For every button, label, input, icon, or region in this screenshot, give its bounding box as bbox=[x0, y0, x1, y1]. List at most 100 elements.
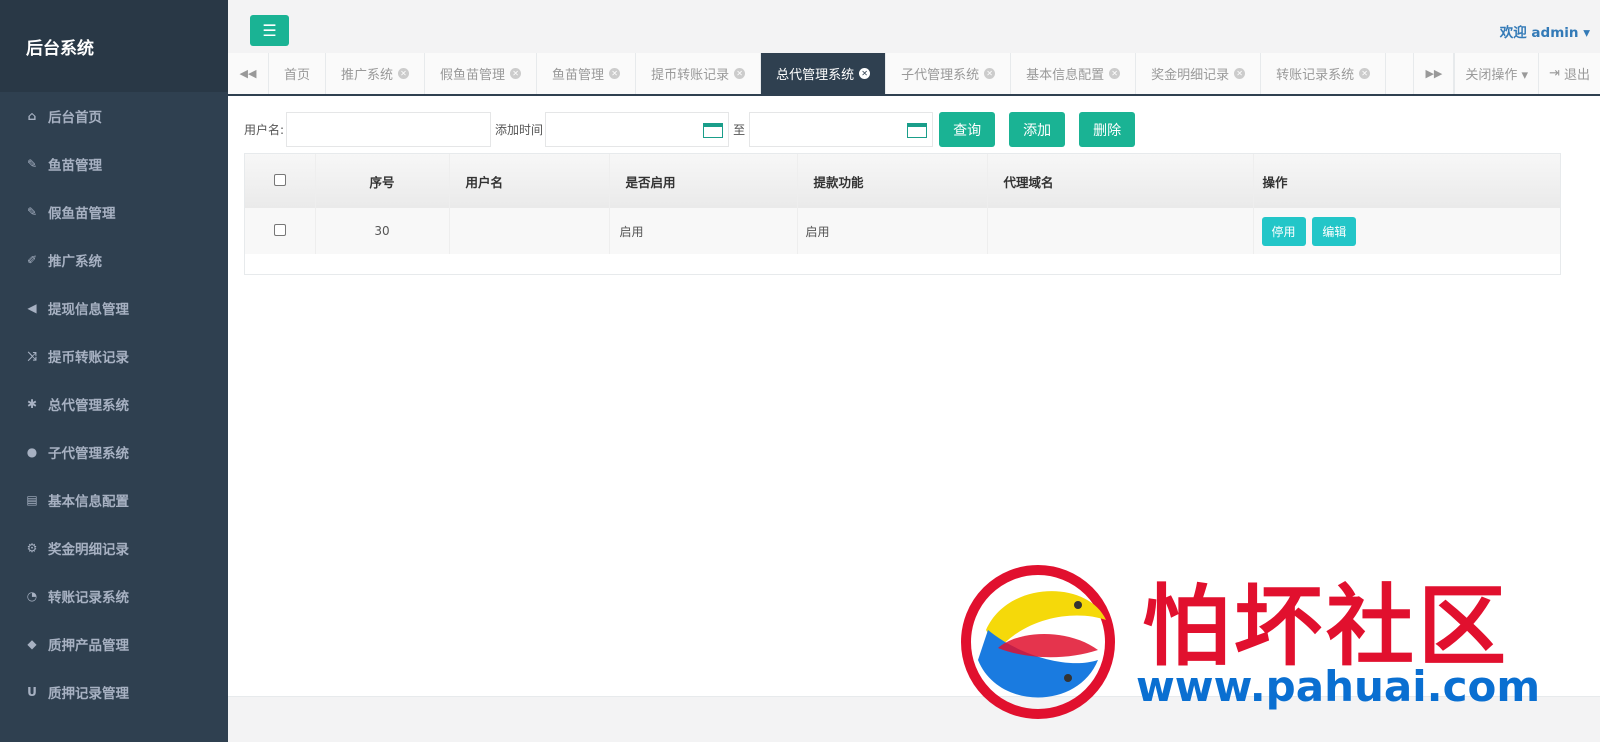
tab[interactable]: 总代管理系统 ✕ bbox=[761, 53, 887, 94]
username-input[interactable] bbox=[286, 112, 492, 147]
calendar-icon[interactable] bbox=[907, 123, 928, 138]
tab-scroll-right-button[interactable]: ▶▶ bbox=[1413, 53, 1455, 94]
disable-button[interactable]: 停用 bbox=[1261, 216, 1306, 246]
tab-close-icon[interactable]: ✕ bbox=[734, 68, 746, 79]
tab-scroll-left-button[interactable]: ◀◀ bbox=[228, 53, 269, 94]
tab-label: 总代管理系统 bbox=[776, 68, 855, 83]
watermark-url: www.pahuai.com bbox=[1136, 662, 1541, 711]
col-header-withdraw[interactable]: 提款功能 bbox=[797, 154, 988, 208]
sidebar-item-label: 总代管理系统 bbox=[48, 398, 129, 414]
tab-label: 子代管理系统 bbox=[901, 68, 980, 83]
forward-icon: ▶▶ bbox=[1425, 67, 1443, 80]
tab-label: 基本信息配置 bbox=[1026, 68, 1105, 83]
tab-label: 鱼苗管理 bbox=[552, 68, 605, 83]
tab-label: 推广系统 bbox=[341, 68, 394, 83]
tab[interactable]: 提币转账记录 ✕ bbox=[636, 53, 762, 94]
user-menu[interactable]: 欢迎 admin ▾ bbox=[1500, 21, 1590, 41]
menu-toggle-button[interactable]: ☰ bbox=[250, 15, 289, 46]
cell-username bbox=[449, 208, 610, 254]
sidebar-item-label: 质押产品管理 bbox=[48, 638, 129, 654]
tab[interactable]: 奖金明细记录 ✕ bbox=[1136, 53, 1262, 94]
to-label: 至 bbox=[733, 123, 746, 137]
tab[interactable]: 转账记录系统 ✕ bbox=[1261, 53, 1387, 94]
sidebar-item-label: 提币转账记录 bbox=[48, 350, 129, 366]
row-select-cell bbox=[245, 208, 316, 254]
sidebar-item[interactable]: ▤ 基本信息配置 bbox=[0, 476, 228, 524]
row-checkbox[interactable] bbox=[273, 223, 286, 236]
tab-label: 奖金明细记录 bbox=[1151, 68, 1230, 83]
tab-close-icon[interactable]: ✕ bbox=[609, 68, 621, 79]
sidebar-item[interactable]: ◆ 质押产品管理 bbox=[0, 620, 228, 668]
sidebar-item-label: 后台首页 bbox=[48, 110, 102, 126]
addtime-label: 添加时间 bbox=[495, 123, 544, 137]
sidebar-item[interactable]: ✐ 推广系统 bbox=[0, 236, 228, 284]
sidebar-item[interactable]: ● 子代管理系统 bbox=[0, 428, 228, 476]
tab-label: 提币转账记录 bbox=[651, 68, 730, 83]
tab-close-icon[interactable]: ✕ bbox=[510, 68, 522, 79]
backward-icon: ◀◀ bbox=[239, 67, 257, 80]
tab[interactable]: 假鱼苗管理 ✕ bbox=[425, 53, 538, 94]
tab-close-icon[interactable]: ✕ bbox=[398, 68, 410, 79]
tab-close-icon[interactable]: ✕ bbox=[1109, 68, 1121, 79]
tab-list: 首页 推广系统 ✕ 假鱼苗管理 ✕ 鱼苗管理 ✕ 提币转账记录 ✕ 总代管理系统 ✕ 子代管理系统 ✕ 基… bbox=[269, 53, 1413, 94]
cell-id: 30 bbox=[315, 208, 450, 254]
cell-withdraw: 启用 bbox=[797, 208, 988, 254]
tab[interactable]: 子代管理系统 ✕ bbox=[886, 53, 1012, 94]
delete-button[interactable]: 删除 bbox=[1079, 112, 1136, 147]
col-header-actions: 操作 bbox=[1253, 154, 1560, 208]
filter-bar: 用户名: 添加时间 至 查询 添加 删除 bbox=[244, 112, 1136, 147]
sidebar-item-label: 转账记录系统 bbox=[48, 590, 129, 606]
select-all-checkbox[interactable] bbox=[273, 173, 286, 186]
tab-close-icon[interactable]: ✕ bbox=[1234, 68, 1246, 79]
logout-label: 退出 bbox=[1563, 68, 1590, 83]
hamburger-icon: ☰ bbox=[262, 21, 277, 40]
tab-close-icon[interactable]: ✕ bbox=[984, 68, 996, 79]
tab[interactable]: 推广系统 ✕ bbox=[326, 53, 426, 94]
dashboard-icon: ◔ bbox=[26, 589, 38, 603]
tab[interactable]: 基本信息配置 ✕ bbox=[1011, 53, 1137, 94]
sidebar-item[interactable]: ◀ 提现信息管理 bbox=[0, 284, 228, 332]
col-header-id[interactable]: 序号 bbox=[315, 154, 450, 208]
signout-icon: ⇥ bbox=[1549, 66, 1560, 81]
cell-enabled: 启用 bbox=[609, 208, 798, 254]
sidebar-item-label: 子代管理系统 bbox=[48, 446, 129, 462]
shuffle-icon: ⤨ bbox=[27, 348, 37, 363]
start-date-input[interactable] bbox=[545, 112, 730, 147]
select-all-cell bbox=[245, 154, 316, 208]
close-ops-dropdown[interactable]: 关闭操作 ▾ bbox=[1454, 53, 1538, 94]
cell-domain bbox=[987, 208, 1254, 254]
edit-button[interactable]: 编辑 bbox=[1312, 216, 1357, 246]
tab-close-icon[interactable]: ✕ bbox=[859, 68, 871, 79]
calendar-icon[interactable] bbox=[703, 123, 724, 138]
sidebar-item-label: 鱼苗管理 bbox=[48, 158, 102, 174]
sidebar-item[interactable]: ✎ 假鱼苗管理 bbox=[0, 188, 228, 236]
tab[interactable]: 首页 bbox=[269, 53, 327, 94]
sidebar-item[interactable]: ✎ 鱼苗管理 bbox=[0, 140, 228, 188]
sidebar-item[interactable]: ⤨ 提币转账记录 bbox=[0, 332, 228, 380]
asterisk-icon: ✱ bbox=[26, 397, 38, 411]
col-header-enabled[interactable]: 是否启用 bbox=[609, 154, 798, 208]
col-header-domain[interactable]: 代理域名 bbox=[987, 154, 1254, 208]
logout-button[interactable]: ⇥ 退出 bbox=[1538, 53, 1600, 94]
tab-close-icon[interactable]: ✕ bbox=[1359, 68, 1371, 79]
tab-label: 首页 bbox=[284, 68, 311, 83]
users-icon: ● bbox=[26, 445, 38, 459]
sidebar-item[interactable]: ◔ 转账记录系统 bbox=[0, 572, 228, 620]
sidebar-item[interactable]: U 质押记录管理 bbox=[0, 668, 228, 716]
sidebar-item[interactable]: ⚙ 奖金明细记录 bbox=[0, 524, 228, 572]
sidebar-item-label: 提现信息管理 bbox=[48, 302, 129, 318]
tab-label: 假鱼苗管理 bbox=[440, 68, 506, 83]
sidebar-item-label: 奖金明细记录 bbox=[48, 542, 129, 558]
brand-title: 后台系统 bbox=[0, 0, 228, 92]
magnet-icon: U bbox=[27, 685, 37, 699]
tab[interactable]: 鱼苗管理 ✕ bbox=[537, 53, 637, 94]
fish-logo-icon bbox=[961, 565, 1115, 719]
add-button[interactable]: 添加 bbox=[1009, 112, 1066, 147]
query-button[interactable]: 查询 bbox=[939, 112, 996, 147]
sidebar-nav: ⌂ 后台首页 ✎ 鱼苗管理 ✎ 假鱼苗管理 ✐ 推广系统 ◀ 提现信息管理 ⤨ 提币转账记录 ✱ 总代管理… bbox=[0, 92, 228, 716]
sidebar-item[interactable]: ✱ 总代管理系统 bbox=[0, 380, 228, 428]
sidebar-item[interactable]: ⌂ 后台首页 bbox=[0, 92, 228, 140]
table-header-row: 序号 用户名 是否启用 提款功能 代理域名 操作 bbox=[245, 154, 1560, 208]
col-header-username[interactable]: 用户名 bbox=[449, 154, 610, 208]
end-date-input[interactable] bbox=[749, 112, 934, 147]
